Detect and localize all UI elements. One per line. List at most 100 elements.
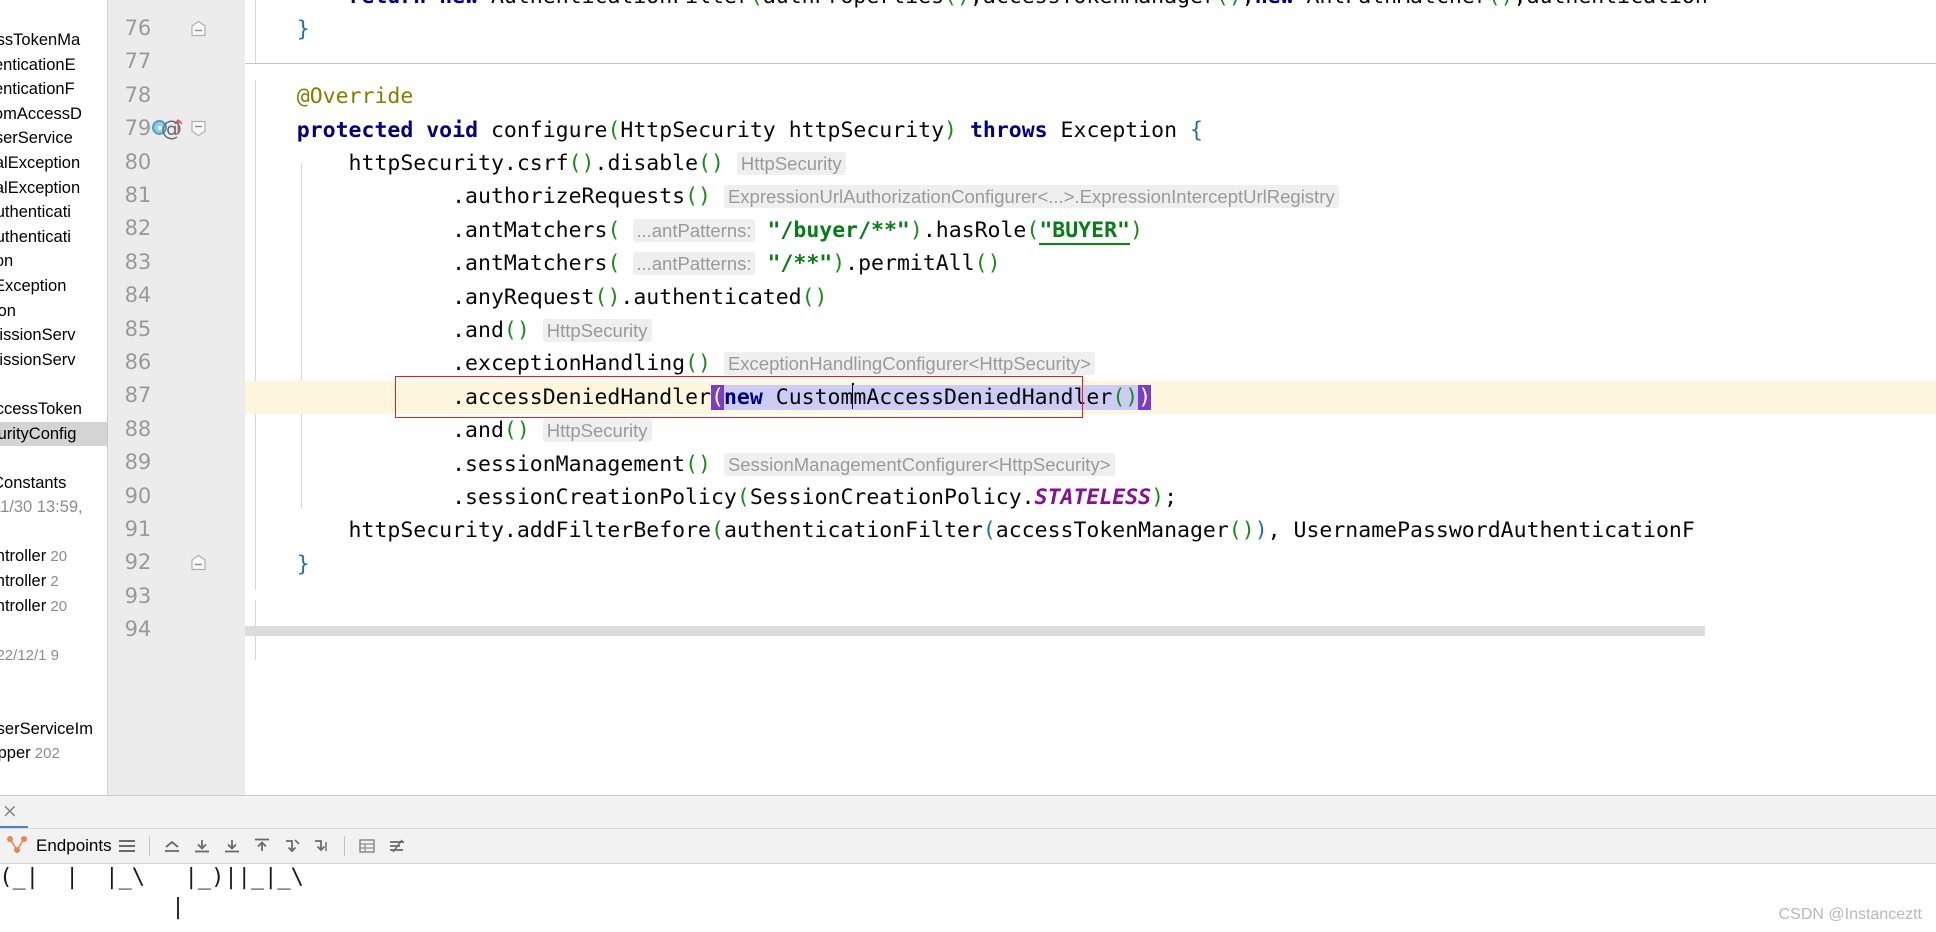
prev-occurrence-icon[interactable] bbox=[307, 831, 337, 861]
code-token: new bbox=[439, 0, 478, 9]
scroll-to-end-icon[interactable] bbox=[217, 831, 247, 861]
project-tree-item-label: erController bbox=[0, 596, 47, 615]
gutter-line-number: 86 bbox=[124, 350, 152, 374]
project-tree-item-label: GlobalException bbox=[0, 153, 81, 172]
code-line[interactable]: httpSecurity.addFilterBefore(authenticat… bbox=[245, 514, 1695, 547]
code-token: () bbox=[503, 418, 530, 444]
code-line[interactable]: httpSecurity.csrf().disable() HttpSecuri… bbox=[245, 147, 846, 180]
code-token: { bbox=[1190, 117, 1203, 143]
code-line[interactable]: .and() HttpSecurity bbox=[245, 414, 652, 447]
code-token: () bbox=[594, 284, 621, 310]
fold-collapse-icon-79[interactable] bbox=[190, 120, 207, 137]
code-token: ( bbox=[607, 117, 621, 143]
code-token: ) bbox=[1129, 217, 1143, 243]
gutter-line-number: 92 bbox=[124, 550, 152, 575]
code-line[interactable]: .and() HttpSecurity bbox=[245, 314, 652, 347]
code-token: ...antPatterns: bbox=[633, 218, 755, 242]
scroll-to-top-icon[interactable] bbox=[247, 831, 277, 861]
project-tree-item-timestamp: 2022/12/1 9 bbox=[0, 646, 60, 664]
next-occurrence-icon[interactable] bbox=[277, 831, 307, 861]
code-line[interactable]: protected void configure(HttpSecurity ht… bbox=[245, 114, 1203, 147]
code-token: .sessionCreationPolicy bbox=[245, 485, 737, 510]
code-line[interactable]: .authorizeRequests() ExpressionUrlAuthor… bbox=[245, 180, 1339, 213]
code-token: } bbox=[245, 17, 310, 43]
code-token: accessTokenManager bbox=[995, 518, 1229, 544]
project-tree-item[interactable]: JwtUserServiceIm bbox=[0, 717, 107, 742]
code-token: () bbox=[1216, 0, 1242, 9]
project-tree-item[interactable] bbox=[0, 692, 107, 717]
gutter-line-number: 84 bbox=[124, 283, 152, 308]
gutter-line-number: 81 bbox=[124, 183, 152, 207]
code-line[interactable]: } bbox=[245, 13, 310, 46]
run-tool-window-toolbar[interactable]: Endpoints bbox=[0, 828, 1936, 864]
code-token: () bbox=[1112, 384, 1139, 410]
code-line[interactable]: .anyRequest().authenticated() bbox=[245, 281, 827, 314]
code-token: () bbox=[944, 0, 970, 9]
code-token: "BUYER" bbox=[1039, 217, 1130, 245]
code-editor[interactable]: return new AuthenticationFilter(authProp… bbox=[245, 0, 1936, 795]
code-token: "/buyer/**" bbox=[767, 217, 910, 243]
project-tree-item-label: JwtUserServiceIm bbox=[0, 719, 93, 738]
gutter-line-number: 80 bbox=[124, 149, 152, 174]
fold-collapse-icon-76[interactable] bbox=[190, 20, 207, 37]
code-token: , bbox=[970, 0, 983, 9]
project-tree-item-label: erController bbox=[0, 547, 47, 566]
project-tree-item[interactable]: erMapper 202 bbox=[0, 741, 107, 766]
fold-collapse-icon-92[interactable] bbox=[190, 554, 207, 571]
gutter-line-number: 85 bbox=[124, 316, 152, 341]
code-token: AuthenticationFilter bbox=[478, 0, 750, 9]
code-line[interactable]: .antMatchers( ...antPatterns: "/buyer/**… bbox=[245, 214, 1143, 247]
table-view-icon[interactable] bbox=[352, 831, 382, 861]
csdn-watermark: CSDN @Instanceztt bbox=[1778, 906, 1922, 923]
code-token: () bbox=[685, 351, 711, 377]
filter-icon[interactable] bbox=[382, 831, 412, 861]
project-tree-item[interactable] bbox=[0, 667, 107, 692]
code-token: ) bbox=[1254, 518, 1268, 544]
code-token: ) bbox=[1138, 384, 1152, 410]
code-token: ( bbox=[607, 217, 621, 243]
spring-boot-banner-line-2: | bbox=[0, 895, 185, 920]
code-line[interactable]: .sessionManagement() SessionManagementCo… bbox=[245, 448, 1115, 481]
code-token: ) bbox=[944, 117, 957, 143]
project-tree-item-label: JwtAccessToken bbox=[0, 399, 82, 418]
endpoints-icon bbox=[6, 834, 28, 859]
code-token: ( bbox=[982, 518, 996, 544]
code-line[interactable]: return new AuthenticationFilter(authProp… bbox=[245, 0, 1708, 13]
code-line[interactable]: .antMatchers( ...antPatterns: "/**").per… bbox=[245, 247, 1000, 280]
code-token: ) bbox=[832, 251, 846, 277]
code-token: () bbox=[698, 151, 724, 176]
code-line[interactable]: .exceptionHandling() ExceptionHandlingCo… bbox=[245, 347, 1095, 380]
soft-wrap-icon[interactable] bbox=[157, 831, 187, 861]
code-line[interactable]: .accessDeniedHandler(new CustommAccessDe… bbox=[245, 381, 1152, 414]
code-line[interactable]: @Override bbox=[245, 80, 414, 113]
scroll-down-icon[interactable] bbox=[187, 831, 217, 861]
code-line[interactable]: .sessionCreationPolicy(SessionCreationPo… bbox=[245, 481, 1177, 514]
editor-gutter[interactable]: 76 77 78 79 80 81 82 83 84 85 86 87 88 89 90 91 92 93 94 ↑… bbox=[108, 0, 245, 795]
project-tree-item-label: 022/11/30 13:59, bbox=[0, 498, 83, 517]
endpoints-tab[interactable]: Endpoints bbox=[6, 834, 112, 859]
close-icon[interactable]: × bbox=[2, 801, 18, 821]
code-line[interactable]: } bbox=[245, 548, 310, 581]
code-token: ExpressionUrlAuthorizationConfigurer<...… bbox=[723, 185, 1339, 209]
project-tree-item[interactable]: er 2022/12/1 9 bbox=[0, 643, 107, 668]
editor-tab-strip[interactable]: ation × bbox=[0, 795, 1936, 829]
code-token: .authorizeRequests bbox=[245, 184, 686, 210]
code-token: ( bbox=[736, 485, 750, 510]
code-token: ,authentication bbox=[1514, 0, 1708, 9]
editor-tab-active[interactable]: ation × bbox=[0, 796, 28, 829]
code-token: HttpSecurity httpSecurity bbox=[620, 117, 945, 143]
run-console-output[interactable]: )(_| | |_\ |_)||_|_\ | bbox=[0, 864, 1936, 932]
menu-icon[interactable] bbox=[112, 831, 142, 861]
code-token: () bbox=[568, 151, 595, 176]
code-token: Exception bbox=[1047, 117, 1190, 143]
collapsed-region-strip[interactable] bbox=[245, 626, 1705, 636]
code-token: HttpSecurity bbox=[542, 319, 652, 342]
